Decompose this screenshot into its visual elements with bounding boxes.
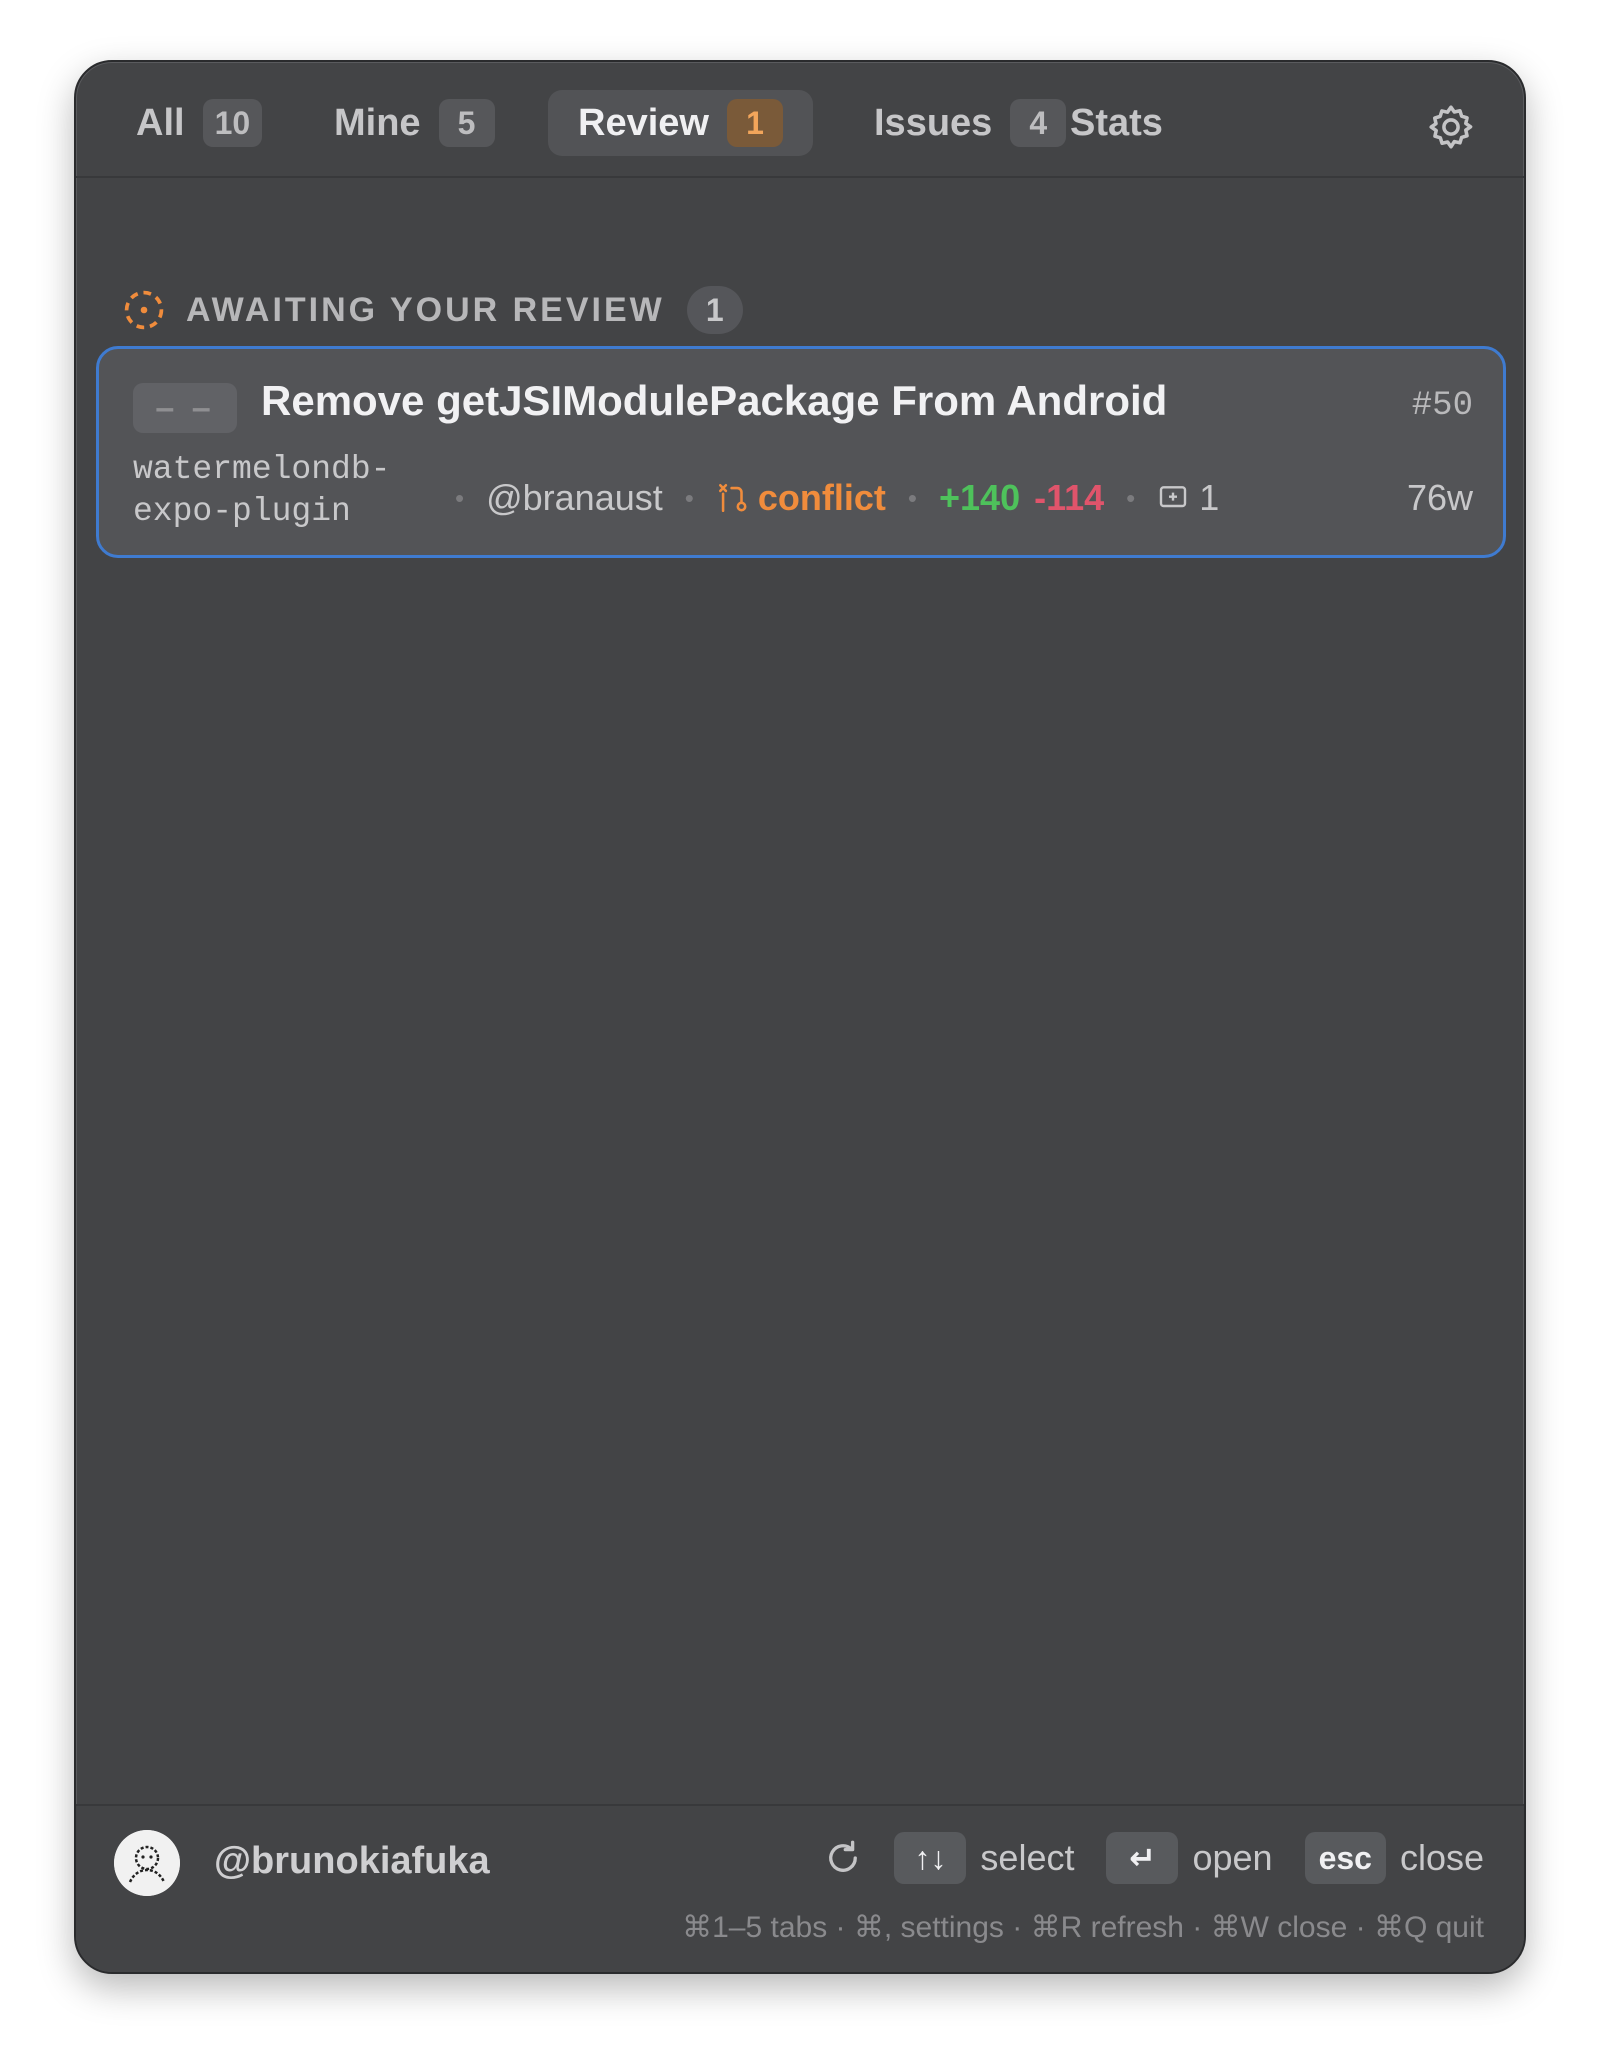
pr-age: 76w <box>1406 477 1473 518</box>
deletions-count: -114 <box>1034 477 1105 518</box>
comment-icon <box>1160 486 1187 508</box>
repo-name: watermelondb-expo-plugin <box>133 451 391 530</box>
shortcut-bar: ↑↓ select ↵ open esc close <box>822 1830 1484 1886</box>
refresh-icon[interactable] <box>822 1837 864 1879</box>
footer: @brunokiafuka ↑↓ select ↵ open esc close… <box>76 1804 1524 1972</box>
separator-dot: • <box>1126 482 1136 513</box>
comments-count: 1 <box>1199 477 1220 518</box>
status-chip: – – <box>133 383 237 433</box>
pr-number: #50 <box>1411 387 1473 425</box>
conflict-status: conflict <box>716 477 886 519</box>
key-enter: ↵ <box>1106 1832 1179 1884</box>
separator-dot: • <box>455 482 465 513</box>
tab-count-badge: 5 <box>438 99 495 147</box>
username: @brunokiafuka <box>214 1840 490 1882</box>
tab-label: Issues <box>874 101 993 144</box>
additions-count: +140 <box>939 477 1021 518</box>
dashed-circle-icon <box>124 290 164 330</box>
separator-dot: • <box>684 482 694 513</box>
section-header: AWAITING YOUR REVIEW 1 <box>122 282 743 338</box>
app-window: All 10 Mine 5 Review 1 Issues 4 Stats AW… <box>74 60 1526 1974</box>
section-count-badge: 1 <box>686 286 743 334</box>
separator-dot: • <box>907 482 917 513</box>
key-esc: esc <box>1304 1832 1386 1884</box>
pr-card[interactable]: – – Remove getJSIModulePackage From Andr… <box>96 346 1506 558</box>
tab-mine[interactable]: Mine 5 <box>304 90 525 156</box>
pr-author: @branaust <box>486 477 663 518</box>
shortcut-select-label: select <box>980 1837 1075 1878</box>
tab-stats[interactable]: Stats <box>1040 90 1193 156</box>
gear-icon[interactable] <box>1426 102 1476 152</box>
shortcut-open-label: open <box>1192 1837 1273 1878</box>
conflict-label: conflict <box>757 477 886 518</box>
comments: 1 <box>1157 477 1219 519</box>
tab-count-badge: 10 <box>202 99 263 147</box>
tab-review[interactable]: Review 1 <box>548 90 813 156</box>
tab-label: Mine <box>334 101 421 144</box>
tab-all[interactable]: All 10 <box>106 90 292 156</box>
tab-label: Review <box>578 101 709 144</box>
tab-label: Stats <box>1070 101 1163 144</box>
keyboard-hints: ⌘1–5 tabs · ⌘, settings · ⌘R refresh · ⌘… <box>682 1911 1484 1944</box>
section-title: AWAITING YOUR REVIEW <box>186 290 665 329</box>
key-arrows: ↑↓ <box>894 1832 967 1884</box>
pr-meta: • @branaust • conflict • +140 -114 • 1 <box>433 473 1219 523</box>
tab-bar: All 10 Mine 5 Review 1 Issues 4 Stats <box>76 62 1524 178</box>
tab-label: All <box>136 101 185 144</box>
shortcut-close-label: close <box>1399 1837 1484 1878</box>
pr-title[interactable]: Remove getJSIModulePackage From Android <box>261 377 1167 425</box>
tab-count-badge: 1 <box>726 99 783 147</box>
avatar <box>114 1830 180 1896</box>
avatar-image <box>114 1830 180 1896</box>
merge-conflict-icon <box>718 483 747 513</box>
